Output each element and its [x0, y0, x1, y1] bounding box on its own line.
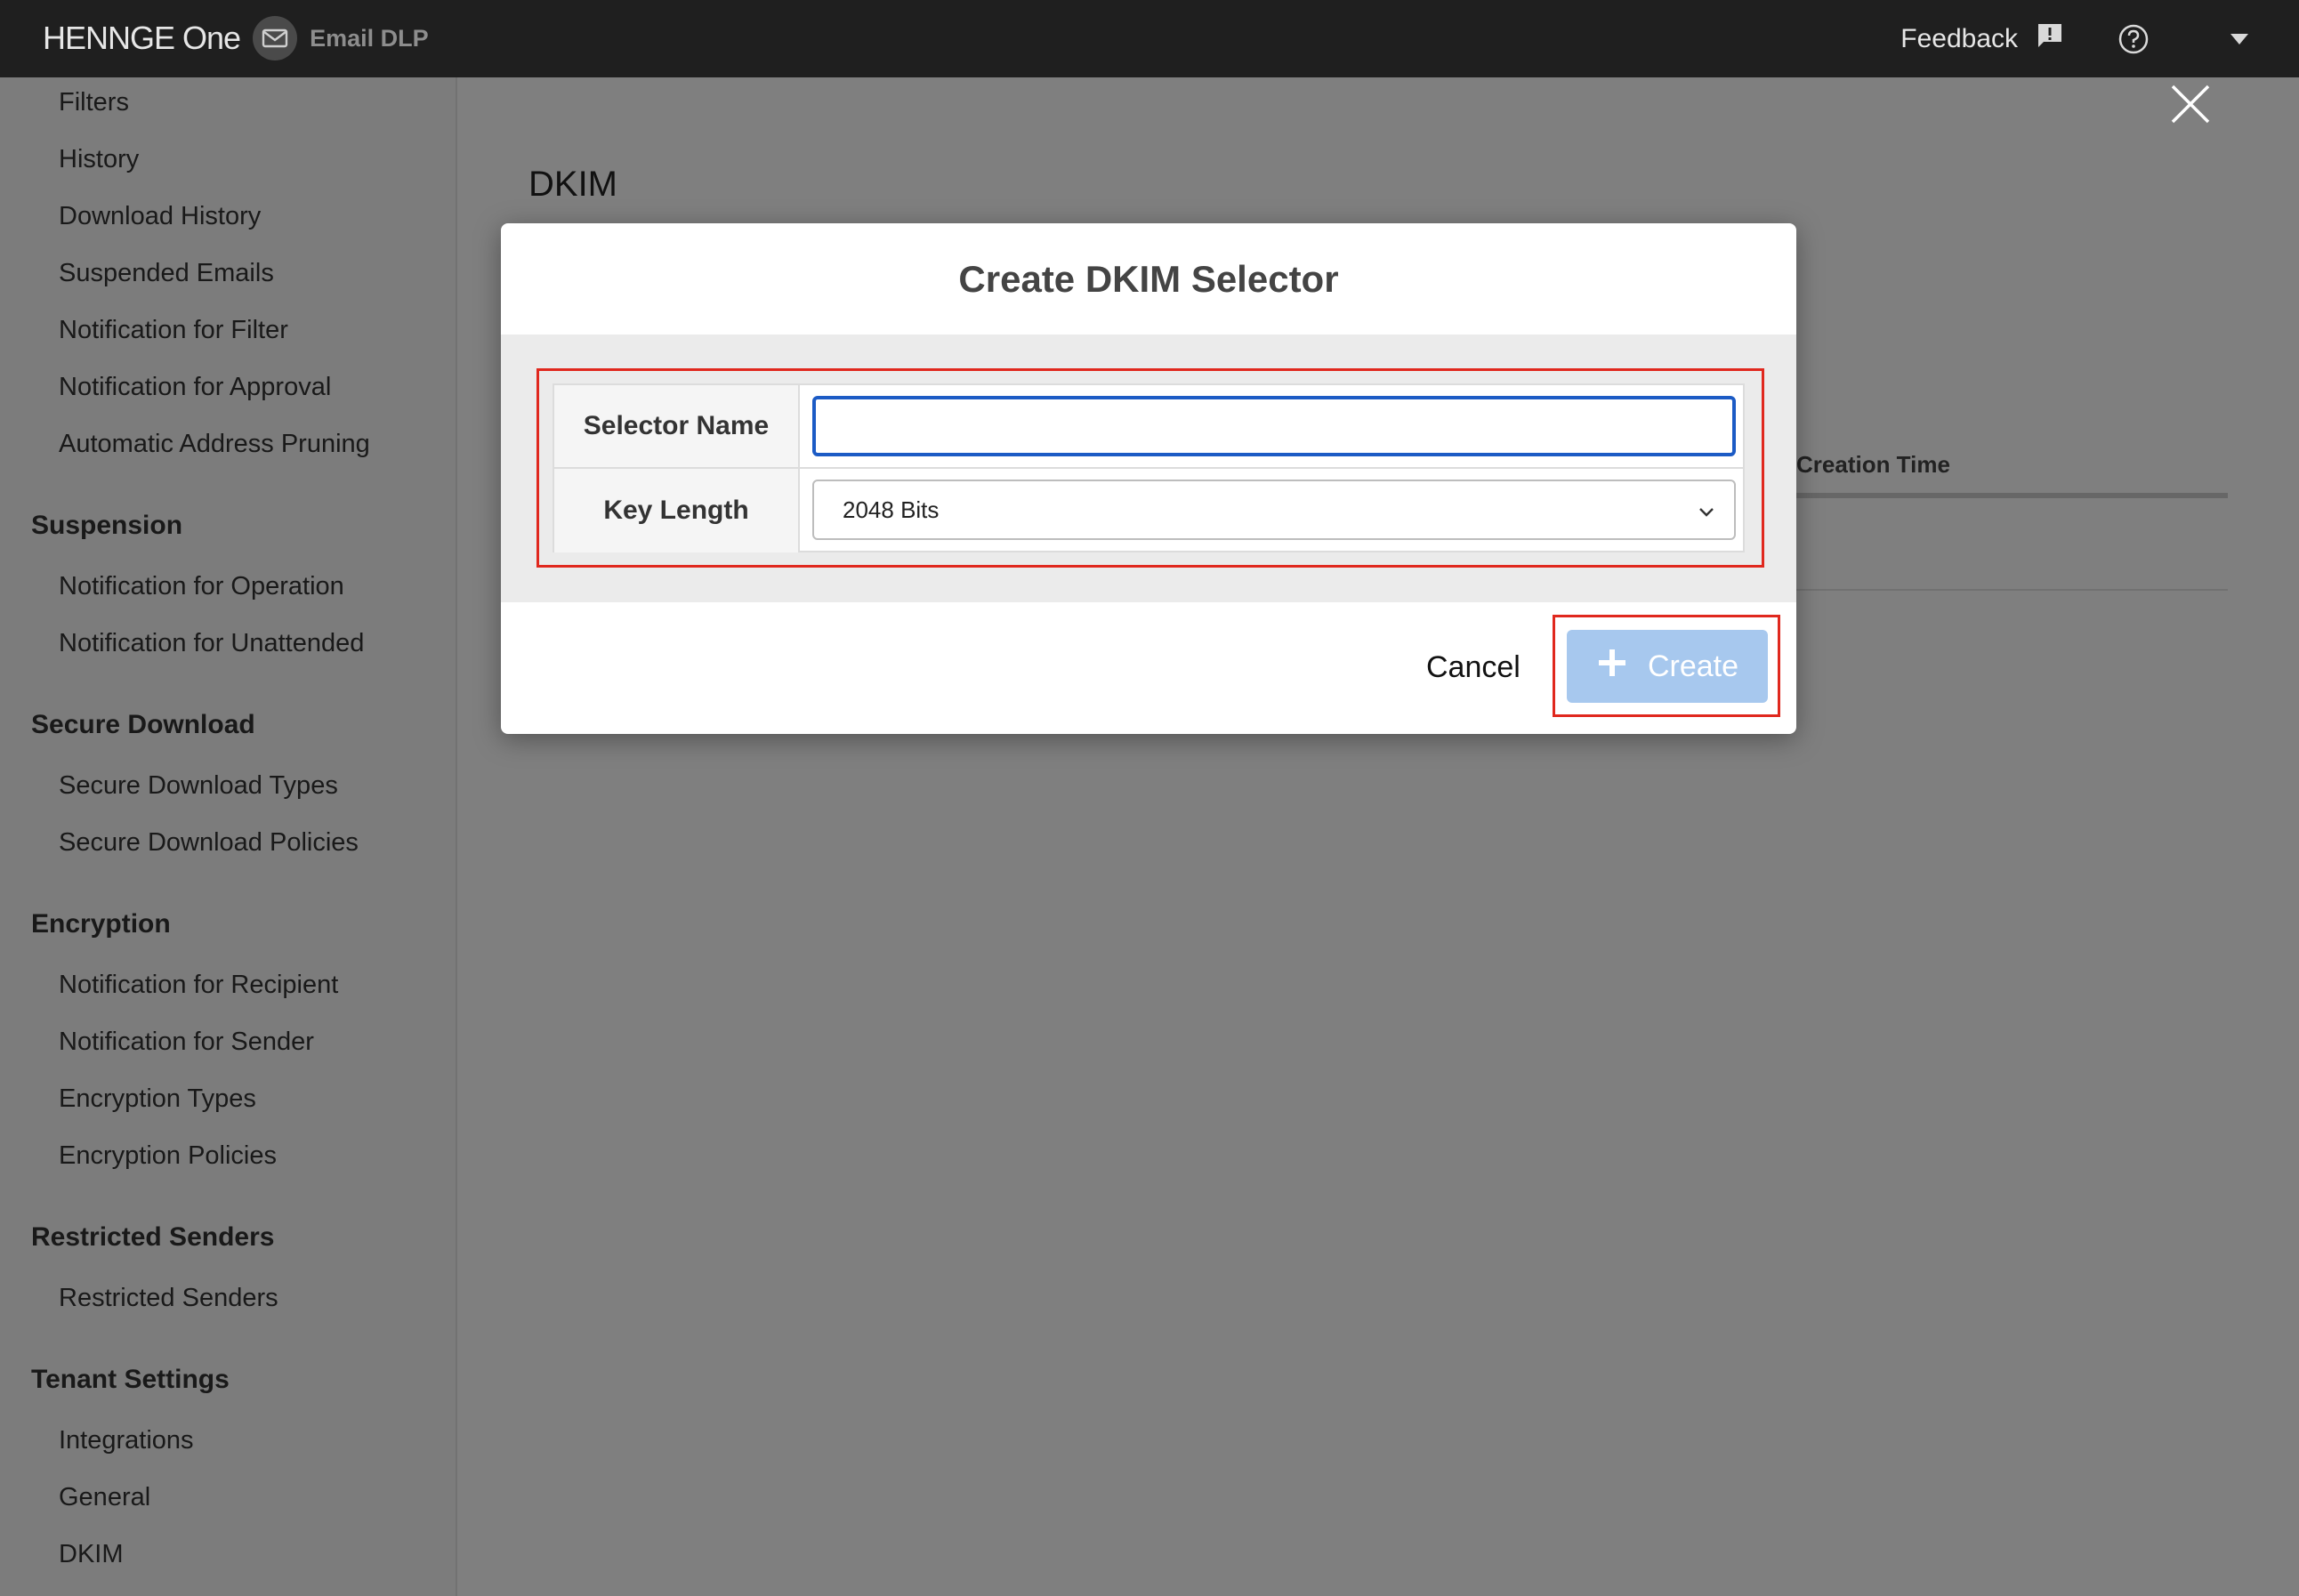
key-length-select[interactable]: 2048 Bits — [812, 480, 1736, 540]
selector-form: Selector Name Key Length 2048 Bits — [553, 383, 1745, 552]
create-button-label: Create — [1647, 649, 1739, 683]
cancel-button[interactable]: Cancel — [1426, 650, 1521, 685]
close-icon[interactable] — [2164, 77, 2217, 131]
feedback-button[interactable]: Feedback — [1900, 21, 2064, 57]
brand-name: HENNGE One — [43, 20, 241, 56]
mail-icon — [253, 16, 298, 60]
product-name: Email DLP — [310, 24, 429, 52]
chevron-down-icon — [1697, 501, 1716, 528]
feedback-label: Feedback — [1900, 23, 2018, 53]
key-length-row: Key Length 2048 Bits — [554, 469, 1743, 552]
key-length-value: 2048 Bits — [843, 496, 940, 523]
feedback-icon — [2036, 21, 2064, 57]
create-button[interactable]: Create — [1567, 630, 1768, 703]
dialog-body: Selector Name Key Length 2048 Bits — [501, 335, 1796, 602]
selector-name-input[interactable] — [812, 396, 1736, 456]
dialog-title: Create DKIM Selector — [958, 257, 1339, 300]
create-dkim-selector-dialog: Create DKIM Selector Selector Name Key L… — [501, 223, 1796, 734]
brand[interactable]: HENNGE One Email DLP — [43, 16, 429, 60]
top-bar: HENNGE One Email DLP Feedback — [0, 0, 2299, 77]
key-length-label: Key Length — [554, 469, 800, 552]
selector-name-label: Selector Name — [554, 385, 800, 467]
dropdown-icon[interactable] — [2230, 33, 2249, 45]
help-icon[interactable] — [2118, 23, 2150, 55]
selector-name-row: Selector Name — [554, 385, 1743, 469]
plus-icon — [1596, 647, 1628, 687]
